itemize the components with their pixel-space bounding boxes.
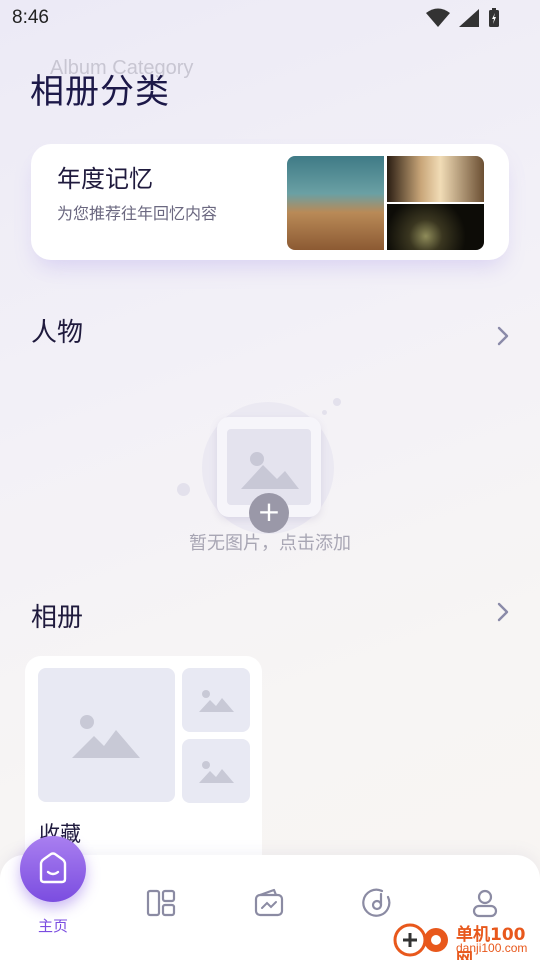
grid-layout-icon[interactable] (146, 888, 176, 918)
nav-home-label: 主页 (38, 917, 69, 935)
memory-photo-room (387, 156, 484, 202)
album-cover-main (38, 668, 175, 802)
nav-home-button[interactable] (20, 836, 86, 902)
home-icon (39, 852, 67, 884)
album-chevron-right-icon[interactable] (494, 600, 512, 624)
page-title: 相册分类 (30, 72, 170, 112)
add-photo-icon[interactable]: + (249, 493, 289, 533)
watermark-logo: 单机100网 danji100.com (390, 918, 540, 960)
empty-hint-text: 暂无图片，点击添加 (189, 533, 351, 554)
status-icons (426, 8, 500, 28)
wifi-icon (426, 8, 450, 27)
profile-icon[interactable] (470, 888, 500, 918)
watermark-logo-icon (393, 923, 448, 957)
memory-photo-plant (387, 204, 484, 250)
album-section-title: 相册 (31, 603, 84, 633)
people-empty-placeholder[interactable]: + (175, 395, 355, 535)
wallet-icon[interactable] (254, 888, 284, 918)
album-cover-thumb (182, 739, 250, 803)
album-card-favorites[interactable]: 收藏 (25, 656, 262, 866)
status-time: 8:46 (12, 7, 49, 28)
signal-icon (459, 9, 479, 27)
people-chevron-right-icon[interactable] (494, 324, 512, 348)
album-cover-thumb (182, 668, 250, 732)
status-bar: 8:46 (0, 0, 540, 36)
memory-card-title: 年度记忆 (57, 165, 153, 193)
battery-icon (489, 8, 499, 27)
watermark-url: danji100.com (456, 941, 528, 955)
annual-memory-card[interactable]: 年度记忆 为您推荐往年回忆内容 (31, 144, 509, 260)
memory-card-subtitle: 为您推荐往年回忆内容 (57, 204, 218, 223)
people-section-title: 人物 (31, 318, 84, 348)
music-disc-icon[interactable] (362, 888, 392, 918)
memory-photo-desert (287, 156, 384, 250)
